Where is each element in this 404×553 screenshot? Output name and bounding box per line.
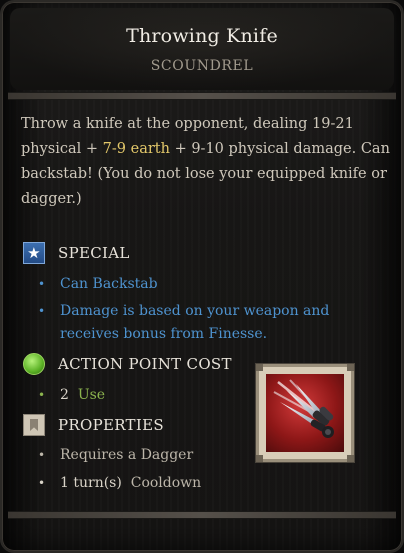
star-icon: [23, 242, 45, 264]
cooldown-label: Cooldown: [130, 475, 202, 491]
skill-tooltip: Throwing Knife SCOUNDREL Throw a knife a…: [0, 0, 404, 553]
skill-icon-frame: [256, 364, 354, 462]
properties-section-heading: PROPERTIES: [23, 414, 164, 436]
ap-cost-value: 2: [60, 387, 69, 403]
ap-cost-section-heading: ACTION POINT COST: [23, 353, 232, 375]
earth-damage-text: 7-9 earth: [102, 141, 170, 157]
special-item-backstab: • Can Backstab: [38, 276, 158, 292]
ap-cost-heading-label: ACTION POINT COST: [58, 355, 232, 373]
property-cooldown: • 1 turn(s) Cooldown: [38, 475, 202, 491]
footer-divider: [8, 511, 396, 519]
throwing-knives-skill-icon: [266, 374, 344, 452]
ap-cost-unit: Use: [77, 387, 106, 403]
skill-title: Throwing Knife: [126, 25, 278, 47]
special-item-finesse: • Damage is based on your weapon and rec…: [38, 303, 330, 342]
cooldown-value: 1 turn(s): [60, 475, 122, 491]
special-section-heading: SPECIAL: [23, 242, 130, 264]
header-divider: [8, 92, 396, 100]
special-heading-label: SPECIAL: [58, 244, 130, 262]
skill-description: Throw a knife at the opponent, dealing 1…: [21, 112, 393, 212]
green-orb-icon: [23, 353, 45, 375]
tooltip-header: Throwing Knife SCOUNDREL: [10, 8, 394, 90]
properties-heading-label: PROPERTIES: [58, 416, 164, 434]
skill-school: SCOUNDREL: [150, 58, 254, 74]
bookmark-icon: [23, 414, 45, 436]
